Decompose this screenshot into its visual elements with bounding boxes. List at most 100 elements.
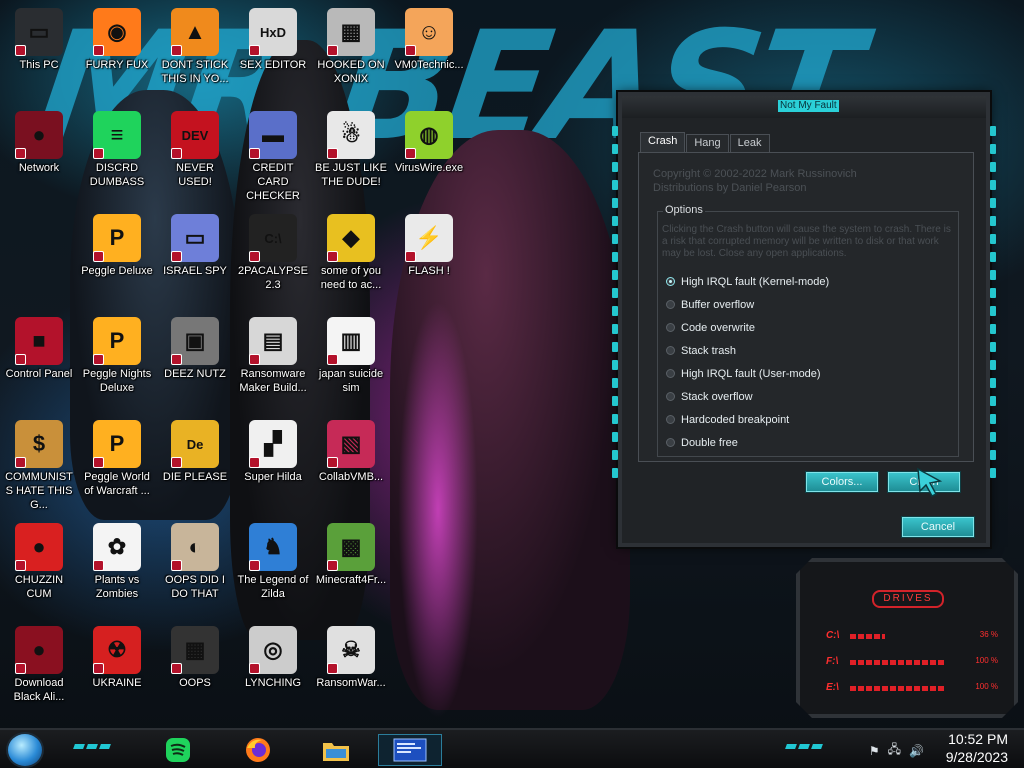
desktop-icon[interactable]: C:\ 2PACALYPSE 2.3: [234, 210, 312, 310]
desktop-icon[interactable]: DEV NEVER USED!: [156, 107, 234, 207]
network-orb-icon: ●: [15, 111, 63, 159]
hex-editor-icon: HxD: [249, 8, 297, 56]
window-title: Not My Fault: [778, 100, 839, 112]
taskbar-right-leds: [785, 744, 825, 749]
desktop-icon[interactable]: P Peggle Deluxe: [78, 210, 156, 310]
desktop-icon-label: Peggle Nights Deluxe: [82, 368, 152, 394]
tab-crash[interactable]: Crash: [640, 132, 686, 152]
desktop-icon-label: DEEZ NUTZ: [164, 368, 226, 380]
desktop-icon[interactable]: ☺ VM0Technic...: [390, 4, 468, 104]
desktop-icon-label: LYNCHING: [244, 677, 302, 689]
desktop-icon[interactable]: ≡ DISCRD DUMBASS: [78, 107, 156, 207]
desktop-icon[interactable]: ☠ RansomWar...: [312, 622, 390, 722]
taskbar-spotify[interactable]: [156, 734, 200, 766]
shortcut-badge-icon: [93, 457, 104, 468]
colors-button[interactable]: Colors...: [806, 472, 878, 492]
shortcut-badge-icon: [15, 663, 26, 674]
crash-option-radio[interactable]: Buffer overflow: [666, 293, 829, 316]
desktop-icon[interactable]: ▣ DEEZ NUTZ: [156, 313, 234, 413]
taskbar-not-my-fault[interactable]: [378, 734, 442, 766]
skull-icon: ☠: [327, 626, 375, 674]
peggle-icon: P: [93, 214, 141, 262]
network-icon[interactable]: 🖧: [888, 740, 901, 761]
desktop-icon[interactable]: ◎ LYNCHING: [234, 622, 312, 722]
desktop-icon[interactable]: ▲ DONT STICK THIS IN YO...: [156, 4, 234, 104]
desktop-icon[interactable]: ▭ ISRAEL SPY: [156, 210, 234, 310]
dog-pixel-icon: ▞: [249, 420, 297, 468]
credit-card-icon: ▬: [249, 111, 297, 159]
start-button[interactable]: [6, 732, 44, 768]
desktop-icon[interactable]: ☢ UKRAINE: [78, 622, 156, 722]
desktop-icon[interactable]: $ COMMUNISTS HATE THIS G...: [0, 416, 78, 516]
cancel-button[interactable]: Cancel: [902, 517, 974, 537]
action-center-flag-icon[interactable]: ⚑: [869, 744, 880, 758]
window-titlebar[interactable]: Not My Fault: [622, 96, 986, 118]
desktop-icon[interactable]: ▭ This PC: [0, 4, 78, 104]
desktop-icon[interactable]: ♞ The Legend of Zilda: [234, 519, 312, 619]
minecraft-icon: ▩: [327, 523, 375, 571]
spotify-icon: [166, 738, 190, 762]
portrait-icon: ◐: [171, 523, 219, 571]
crash-option-radio[interactable]: Code overwrite: [666, 316, 829, 339]
desktop-icon[interactable]: ▦ HOOKED ON XONIX: [312, 4, 390, 104]
desktop-icon[interactable]: ■ Control Panel: [0, 313, 78, 413]
desktop-icon[interactable]: ▬ CREDIT CARD CHECKER: [234, 107, 312, 207]
desktop-icon[interactable]: ● CHUZZIN CUM: [0, 519, 78, 619]
tab-leak[interactable]: Leak: [729, 134, 770, 152]
document-icon: ▥: [327, 317, 375, 365]
desktop-icon[interactable]: P Peggle World of Warcraft ...: [78, 416, 156, 516]
taskbar-file-explorer[interactable]: [314, 734, 358, 766]
shortcut-badge-icon: [171, 354, 182, 365]
desktop-icon[interactable]: ◐ OOPS DID I DO THAT: [156, 519, 234, 619]
desktop-icon[interactable]: ▞ Super Hilda: [234, 416, 312, 516]
crash-option-radio[interactable]: Hardcoded breakpoint: [666, 408, 829, 431]
taskbar-firefox[interactable]: [236, 734, 280, 766]
drive-row: F:\ 100 %: [826, 656, 1002, 668]
radio-dot-icon: [666, 323, 675, 332]
desktop-icon-label: DIE PLEASE: [162, 471, 228, 483]
crash-option-label: Buffer overflow: [681, 298, 755, 311]
desktop-icon[interactable]: ✿ Plants vs Zombies: [78, 519, 156, 619]
crash-option-label: Code overwrite: [681, 321, 755, 334]
tab-hang[interactable]: Hang: [686, 134, 729, 152]
crash-option-radio[interactable]: Double free: [666, 431, 829, 454]
desktop-icon[interactable]: ▩ Minecraft4Fr...: [312, 519, 390, 619]
firefox-icon: [246, 738, 270, 762]
desktop-icon-label: Plants vs Zombies: [94, 574, 140, 600]
drives-gadget[interactable]: DRIVES C:\ 36 % F:\ 100 % E:\ 100 %: [796, 558, 1018, 718]
flash-cards-icon: ⚡: [405, 214, 453, 262]
desktop-icon[interactable]: ▦ OOPS: [156, 622, 234, 722]
desktop-icon[interactable]: ▧ CollabVMB...: [312, 416, 390, 516]
desktop-icon-label: 2PACALYPSE 2.3: [238, 265, 308, 291]
desktop-icon[interactable]: HxD SEX EDITOR: [234, 4, 312, 104]
firefox-icon: ◉: [93, 8, 141, 56]
desktop-icon[interactable]: ● Network: [0, 107, 78, 207]
copyright-line-1: Copyright © 2002-2022 Mark Russinovich: [653, 168, 857, 180]
desktop-icon[interactable]: ◉ FURRY FUX: [78, 4, 156, 104]
taskbar-clock[interactable]: 10:52 PM 9/28/2023: [922, 730, 1008, 766]
desktop-icon-label: ISRAEL SPY: [163, 265, 227, 277]
collabvm-icon: ▧: [327, 420, 375, 468]
drive-row: C:\ 36 %: [826, 630, 1002, 642]
desktop-icon[interactable]: ▥ japan suicide sim: [312, 313, 390, 413]
desktop-icon[interactable]: ◍ VirusWire.exe: [390, 107, 468, 207]
vlc-cone-icon: ▲: [171, 8, 219, 56]
wallpaper-glow: [398, 300, 478, 720]
crash-option-radio[interactable]: Stack trash: [666, 339, 829, 362]
drive-letter: E:\: [826, 682, 839, 693]
crash-option-radio[interactable]: High IRQL fault (User-mode): [666, 362, 829, 385]
shortcut-badge-icon: [405, 45, 416, 56]
drive-usage-percent: 36 %: [979, 630, 998, 639]
desktop-icon[interactable]: ▤ Ransomware Maker Build...: [234, 313, 312, 413]
spy-icon: ▭: [171, 214, 219, 262]
desktop-icon[interactable]: ◆ some of you need to ac...: [312, 210, 390, 310]
desktop-icon[interactable]: ☃ BE JUST LIKE THE DUDE!: [312, 107, 390, 207]
desktop-icon-label: CREDIT CARD CHECKER: [246, 162, 300, 202]
dev-cpp-icon: DEV: [171, 111, 219, 159]
crash-option-radio[interactable]: Stack overflow: [666, 385, 829, 408]
desktop-icon[interactable]: De DIE PLEASE: [156, 416, 234, 516]
desktop-icon[interactable]: ⚡ FLASH !: [390, 210, 468, 310]
desktop-icon[interactable]: P Peggle Nights Deluxe: [78, 313, 156, 413]
crash-option-radio[interactable]: High IRQL fault (Kernel-mode): [666, 270, 829, 293]
desktop-icon[interactable]: ● Download Black Ali...: [0, 622, 78, 722]
